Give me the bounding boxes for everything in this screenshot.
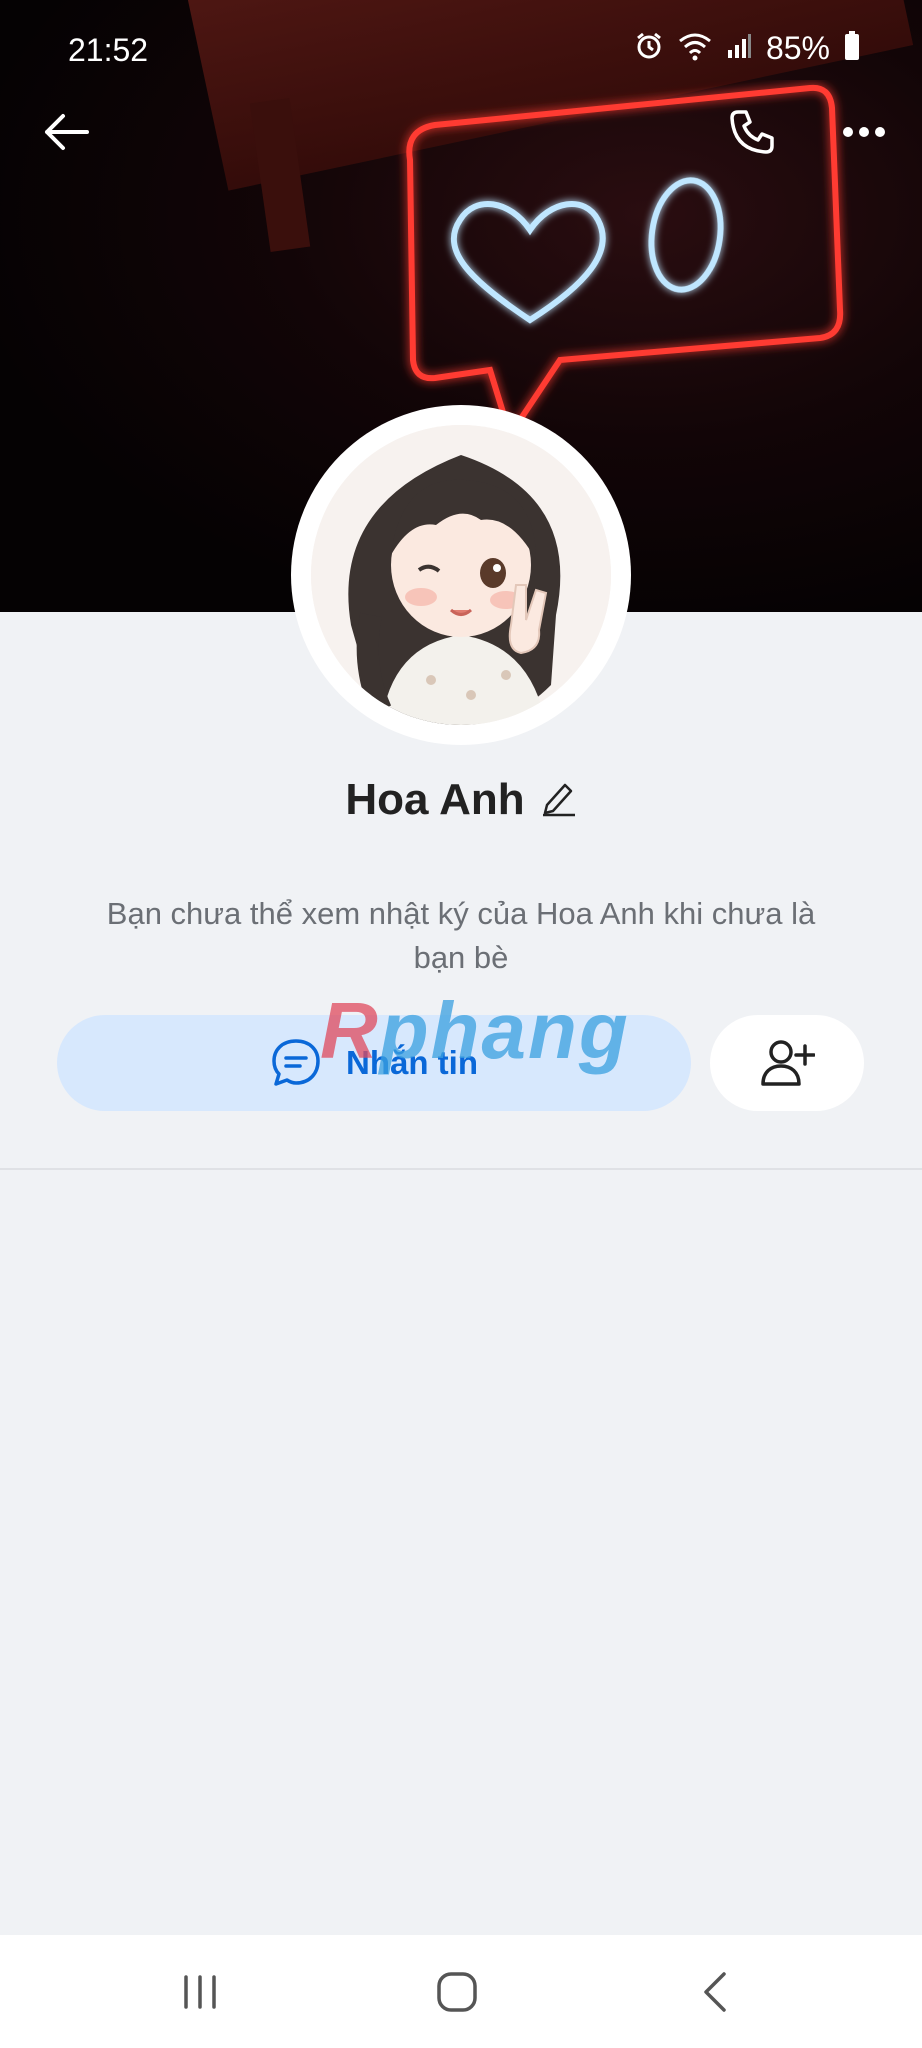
chevron-left-icon [704, 1971, 726, 2012]
wifi-icon [678, 31, 712, 66]
home-button[interactable] [397, 1935, 517, 2048]
watermark-logo: Rphang [320, 986, 630, 1075]
back-arrow-icon [45, 114, 89, 150]
profile-name: Hoa Anh [345, 775, 525, 824]
battery-icon [844, 31, 860, 66]
system-nav-bar [0, 1935, 922, 2048]
add-friend-icon [761, 1040, 815, 1086]
call-button[interactable] [722, 102, 782, 162]
status-icons: 85% [634, 30, 860, 67]
system-back-button[interactable] [655, 1935, 775, 2048]
add-friend-button[interactable] [710, 1015, 864, 1111]
recent-apps-icon [184, 1974, 216, 2009]
pencil-icon [542, 783, 575, 816]
battery-percent: 85% [765, 30, 830, 66]
privacy-notice: Bạn chưa thể xem nhật ký của Hoa Anh khi… [106, 896, 816, 975]
section-divider [0, 1168, 922, 1170]
profile-name-row: Hoa Anh [0, 775, 922, 825]
avatar-image [311, 425, 611, 725]
more-icon [843, 127, 885, 137]
chat-bubble-icon [272, 1039, 320, 1086]
phone-icon [730, 110, 774, 154]
home-icon [437, 1971, 477, 2012]
recent-apps-button[interactable] [140, 1935, 260, 2048]
alarm-icon [634, 31, 664, 66]
signal-icon [726, 32, 752, 65]
status-bar: 21:52 85% [0, 0, 922, 100]
back-button[interactable] [36, 102, 96, 162]
avatar[interactable] [297, 411, 625, 739]
status-time: 21:52 [68, 32, 149, 68]
avatar-illustration [311, 425, 611, 725]
more-button[interactable] [834, 102, 894, 162]
edit-name-button[interactable] [541, 779, 577, 822]
neon-like-sign [406, 84, 844, 442]
